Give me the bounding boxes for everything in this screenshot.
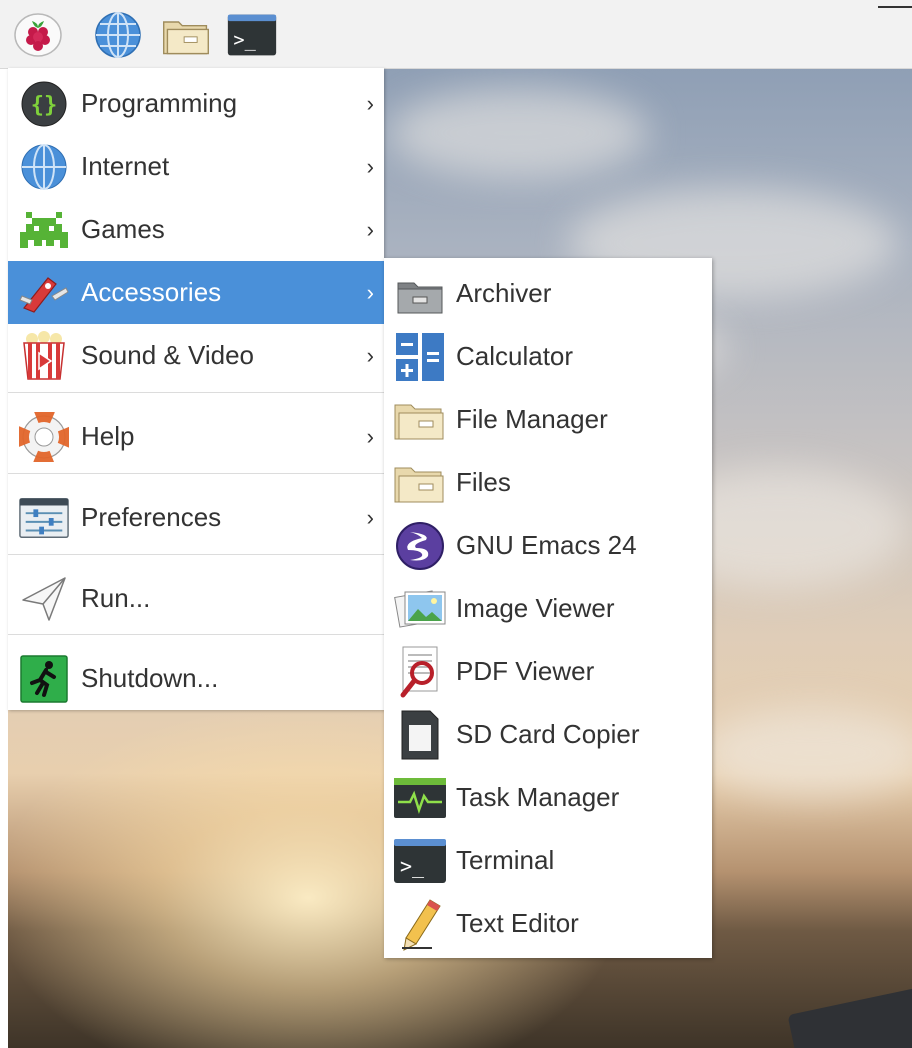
svg-text:{}: {} bbox=[31, 93, 58, 118]
panel-corner-mark bbox=[878, 6, 912, 8]
chevron-right-icon: › bbox=[366, 216, 374, 242]
chevron-right-icon: › bbox=[366, 153, 374, 179]
run-paper-plane-icon bbox=[18, 573, 70, 625]
submenu-item-file-manager[interactable]: File Manager bbox=[384, 388, 712, 451]
preferences-sliders-icon bbox=[18, 492, 70, 544]
menu-item-programming[interactable]: {} Programming › bbox=[8, 72, 384, 135]
menu-item-accessories[interactable]: Accessories › bbox=[8, 261, 384, 324]
menu-item-preferences[interactable]: Preferences › bbox=[8, 486, 384, 549]
internet-globe-icon bbox=[18, 141, 70, 193]
submenu-item-label: Archiver bbox=[456, 278, 552, 308]
text-editor-pencil-icon bbox=[392, 896, 448, 952]
submenu-item-sd-card-copier[interactable]: SD Card Copier bbox=[384, 703, 712, 766]
archiver-icon bbox=[392, 266, 448, 322]
task-manager-icon bbox=[392, 770, 448, 826]
submenu-item-label: PDF Viewer bbox=[456, 656, 595, 686]
menu-separator bbox=[8, 554, 384, 555]
submenu-item-terminal[interactable]: >_ Terminal bbox=[384, 829, 712, 892]
chevron-right-icon: › bbox=[366, 90, 374, 116]
help-lifebuoy-icon bbox=[18, 411, 70, 463]
submenu-item-image-viewer[interactable]: Image Viewer bbox=[384, 577, 712, 640]
terminal-glyph: >_ bbox=[233, 30, 256, 51]
submenu-item-archiver[interactable]: Archiver bbox=[384, 262, 712, 325]
submenu-item-label: Task Manager bbox=[456, 782, 620, 812]
image-viewer-icon bbox=[392, 581, 448, 637]
submenu-item-label: Text Editor bbox=[456, 908, 579, 938]
chevron-right-icon: › bbox=[366, 342, 374, 368]
menu-item-run[interactable]: Run... bbox=[8, 567, 384, 630]
chevron-right-icon: › bbox=[366, 279, 374, 305]
file-manager-folder-icon[interactable] bbox=[160, 12, 212, 58]
submenu-item-label: File Manager bbox=[456, 404, 608, 434]
menu-separator bbox=[8, 392, 384, 393]
submenu-item-label: Terminal bbox=[456, 845, 555, 875]
main-menu: {} Programming › Internet › Games › Acce… bbox=[8, 68, 384, 710]
submenu-item-label: Image Viewer bbox=[456, 593, 615, 623]
accessories-submenu: Archiver Calculator File Manager Files G… bbox=[384, 258, 712, 958]
menu-item-label: Internet bbox=[81, 151, 170, 181]
menu-item-shutdown[interactable]: Shutdown... bbox=[8, 647, 384, 710]
menu-item-label: Games bbox=[81, 214, 165, 244]
menu-item-internet[interactable]: Internet › bbox=[8, 135, 384, 198]
games-invader-icon bbox=[18, 204, 70, 256]
file-manager-icon bbox=[392, 392, 448, 448]
submenu-item-label: GNU Emacs 24 bbox=[456, 530, 637, 560]
terminal-glyph: >_ bbox=[400, 854, 425, 878]
submenu-item-task-manager[interactable]: Task Manager bbox=[384, 766, 712, 829]
taskbar: >_ bbox=[0, 0, 912, 69]
menu-item-sound-video[interactable]: Sound & Video › bbox=[8, 324, 384, 387]
submenu-item-emacs[interactable]: GNU Emacs 24 bbox=[384, 514, 712, 577]
submenu-item-label: SD Card Copier bbox=[456, 719, 640, 749]
calculator-icon bbox=[392, 329, 448, 385]
terminal-icon[interactable]: >_ bbox=[226, 12, 278, 58]
menu-item-label: Help bbox=[81, 421, 135, 451]
raspberry-pi-menu-icon[interactable] bbox=[12, 12, 64, 58]
menu-item-help[interactable]: Help › bbox=[8, 405, 384, 468]
submenu-item-label: Files bbox=[456, 467, 511, 497]
files-icon bbox=[392, 455, 448, 511]
screen-edge bbox=[0, 68, 8, 1048]
chevron-right-icon: › bbox=[366, 423, 374, 449]
menu-separator bbox=[8, 473, 384, 474]
web-browser-globe-icon[interactable] bbox=[92, 12, 144, 58]
terminal-icon: >_ bbox=[392, 833, 448, 889]
submenu-item-label: Calculator bbox=[456, 341, 574, 371]
emacs-icon bbox=[392, 518, 448, 574]
pdf-viewer-icon bbox=[392, 644, 448, 700]
menu-item-label: Run... bbox=[81, 583, 151, 613]
menu-separator bbox=[8, 634, 384, 635]
submenu-item-pdf-viewer[interactable]: PDF Viewer bbox=[384, 640, 712, 703]
road bbox=[787, 982, 912, 1048]
sound-video-popcorn-icon bbox=[18, 330, 70, 382]
sd-card-icon bbox=[392, 707, 448, 763]
shutdown-exit-icon bbox=[18, 653, 70, 705]
submenu-item-calculator[interactable]: Calculator bbox=[384, 325, 712, 388]
chevron-right-icon: › bbox=[366, 504, 374, 530]
menu-item-games[interactable]: Games › bbox=[8, 198, 384, 261]
accessories-knife-icon bbox=[18, 267, 70, 319]
submenu-item-files[interactable]: Files bbox=[384, 451, 712, 514]
menu-item-label: Accessories bbox=[81, 277, 222, 307]
programming-braces-icon: {} bbox=[18, 78, 70, 130]
menu-item-label: Sound & Video bbox=[81, 340, 254, 370]
menu-item-label: Preferences bbox=[81, 502, 222, 532]
menu-item-label: Shutdown... bbox=[81, 663, 219, 693]
submenu-item-text-editor[interactable]: Text Editor bbox=[384, 892, 712, 955]
menu-item-label: Programming bbox=[81, 88, 238, 118]
